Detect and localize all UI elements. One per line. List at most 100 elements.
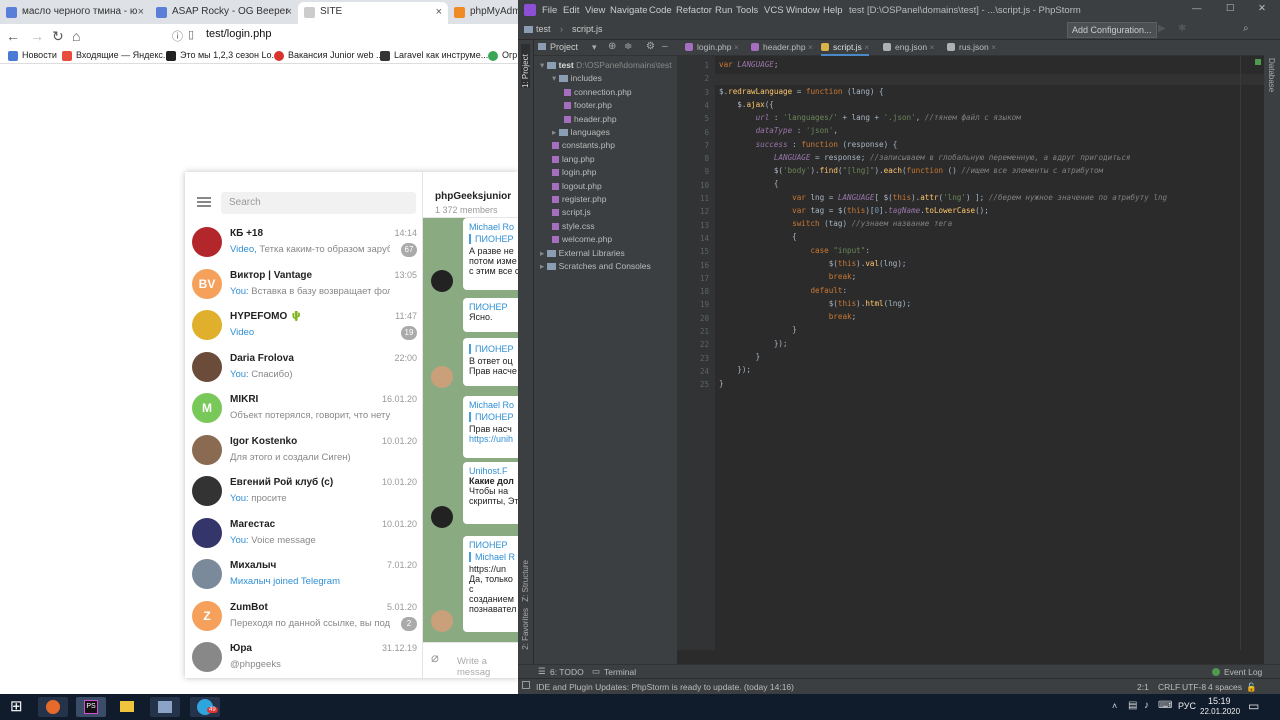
tool-window-todo[interactable]: 6: TODO [550, 667, 584, 677]
avatar[interactable] [431, 610, 453, 632]
status-message[interactable]: IDE and Plugin Updates: PhpStorm is read… [536, 682, 794, 692]
editor-tab[interactable]: header.php × [751, 42, 813, 52]
notifications-icon[interactable]: ▭ [1248, 699, 1259, 713]
taskbar-explorer[interactable] [112, 697, 142, 717]
tree-item[interactable]: script.js [552, 207, 591, 217]
hide-icon[interactable]: – [662, 41, 668, 52]
network-icon[interactable]: ▤ [1128, 700, 1137, 711]
tree-item[interactable]: ▾ includes [552, 73, 602, 84]
code-editor[interactable]: var LANGUAGE; $.redrawLanguage = functio… [715, 56, 1264, 650]
close-icon[interactable]: ✕ [1258, 3, 1266, 14]
expand-arrow-icon[interactable]: ▸ [540, 261, 547, 271]
tree-item[interactable]: connection.php [564, 87, 632, 97]
run-icon[interactable]: ▶ [1158, 23, 1166, 34]
chat-header[interactable]: phpGeeksjunior 1 372 members [423, 172, 518, 218]
sound-icon[interactable]: ♪ [1144, 700, 1149, 711]
back-icon[interactable]: ← [6, 28, 20, 44]
search-icon[interactable]: ⌕ [1243, 23, 1249, 34]
chat-list-item[interactable]: Z ZumBot 5.01.20 Переходя по данной ссылке,… [185, 596, 423, 637]
menu-item-code[interactable]: Code [649, 5, 672, 16]
minimize-icon[interactable]: — [1192, 3, 1202, 14]
chat-list-item[interactable]: Daria Frolova 22:00 You: Спасибо) [185, 347, 423, 388]
lock-icon[interactable]: 🔓 [1246, 682, 1257, 693]
bookmark-item[interactable]: Laravel как инструме... [380, 50, 488, 61]
close-icon[interactable]: × [734, 42, 739, 52]
chat-list-item[interactable]: HYPEFOMO 🌵 11:47 Video 19 [185, 305, 423, 346]
bookmark-item[interactable]: Это мы 1,2,3 сезон Lo... [166, 50, 279, 61]
menu-item-refactor[interactable]: Refactor [676, 5, 712, 16]
message-bubble[interactable]: ПИОНЕР Ясно. [463, 298, 518, 332]
tool-window-event-log[interactable]: Event Log [1224, 667, 1262, 677]
tree-item[interactable]: style.css [552, 221, 595, 231]
tree-item[interactable]: register.php [552, 194, 606, 204]
taskbar-telegram[interactable]: 49 [190, 697, 220, 717]
home-icon[interactable]: ⌂ [72, 28, 80, 44]
tree-item[interactable]: ▸ Scratches and Consoles [540, 261, 651, 272]
collapse-icon[interactable]: ≑ [624, 41, 632, 52]
menu-item-run[interactable]: Run [715, 5, 732, 16]
menu-item-edit[interactable]: Edit [563, 5, 579, 16]
expand-arrow-icon[interactable]: ▸ [552, 127, 559, 137]
tree-item[interactable]: footer.php [564, 100, 612, 110]
locate-icon[interactable]: ⊕ [608, 41, 616, 52]
taskbar-firefox[interactable] [38, 697, 68, 717]
chat-list-item[interactable]: M MIKRI 16.01.20 Объект потерялся, говорит,… [185, 388, 423, 429]
message-bubble[interactable]: Unihost.F Какие дол Чтобы на скрипты, Эт… [463, 462, 518, 524]
close-icon[interactable]: × [436, 6, 442, 18]
maximize-icon[interactable]: ☐ [1226, 3, 1235, 14]
tray-expand-icon[interactable]: ˄ [1112, 701, 1117, 711]
expand-arrow-icon[interactable]: ▸ [540, 248, 547, 258]
expand-arrow-icon[interactable]: ▾ [540, 60, 547, 70]
breadcrumb-project[interactable]: test [536, 24, 551, 34]
chat-list-item[interactable]: Магестас 10.01.20 You: Voice message [185, 513, 423, 554]
tree-item[interactable]: welcome.php [552, 234, 612, 244]
taskbar-phpstorm[interactable]: PS [76, 697, 106, 717]
editor-tab[interactable]: script.js × [821, 42, 870, 56]
gear-icon[interactable]: ⚙ [646, 41, 655, 52]
bookmark-item[interactable]: Огр [488, 50, 517, 61]
chat-list-item[interactable]: Михалыч 7.01.20 Михалыч joined Telegram [185, 554, 423, 595]
close-icon[interactable]: × [930, 42, 935, 52]
avatar[interactable] [431, 366, 453, 388]
editor-tab[interactable]: rus.json × [947, 42, 996, 52]
menu-item-help[interactable]: Help [823, 5, 843, 16]
reload-icon[interactable]: ↻ [52, 28, 64, 45]
chat-list-item[interactable]: Igor Kostenko 10.01.20 Для этого и создали… [185, 430, 423, 471]
avatar[interactable] [431, 270, 453, 292]
close-icon[interactable]: × [991, 42, 996, 52]
clock-date[interactable]: 22.01.2020 [1200, 707, 1240, 716]
attach-icon[interactable]: ⌀ [431, 650, 439, 666]
tree-item[interactable]: header.php [564, 114, 617, 124]
tool-window-structure[interactable]: Z: Structure [521, 560, 530, 602]
close-icon[interactable]: × [864, 42, 869, 52]
message-bubble[interactable]: ПИОНЕР В ответ оц Прав насче [463, 338, 518, 386]
menu-item-file[interactable]: File [542, 5, 557, 16]
chat-list-item[interactable]: Юра 31.12.19 @phpgeeks [185, 637, 423, 678]
input-language[interactable]: РУС [1178, 701, 1196, 711]
tool-window-favorites[interactable]: 2: Favorites [521, 608, 530, 650]
tree-item[interactable]: ▸ External Libraries [540, 248, 625, 259]
clock-time[interactable]: 15:19 [1208, 696, 1231, 706]
tool-window-project[interactable]: 1: Project [521, 44, 530, 88]
breadcrumb-file[interactable]: script.js [572, 24, 603, 34]
browser-tab-4[interactable]: phpMyAdmi [448, 2, 518, 24]
message-bubble[interactable]: Michael Ro ПИОНЕР Прав насч https://unih [463, 396, 518, 458]
bookmark-item[interactable]: Вакансия Junior web ... [274, 50, 384, 61]
keyboard-icon[interactable]: ⌨ [1158, 700, 1172, 711]
browser-tab-3[interactable]: SITE × [298, 2, 448, 24]
menu-icon[interactable] [197, 197, 211, 207]
debug-icon[interactable]: ✱ [1178, 23, 1186, 34]
event-log-icon[interactable] [1212, 668, 1220, 676]
menu-item-view[interactable]: View [585, 5, 605, 16]
message-bubble[interactable]: Michael Ro ПИОНЕР А разве не потом изме … [463, 218, 518, 290]
close-icon[interactable]: × [286, 6, 292, 18]
menu-item-vcs[interactable]: VCS [764, 5, 784, 16]
status-toggle-icon[interactable] [522, 681, 530, 689]
message-bubble[interactable]: ПИОНЕР Michael R https://un Да, только с… [463, 536, 518, 632]
caret-position[interactable]: 2:1 [1137, 682, 1149, 692]
tree-item[interactable]: ▸ languages [552, 127, 610, 138]
menu-item-window[interactable]: Window [786, 5, 820, 16]
editor-tab[interactable]: eng.json × [883, 42, 934, 52]
project-view-selector[interactable]: Project [550, 42, 578, 52]
forward-icon[interactable]: → [30, 28, 44, 44]
